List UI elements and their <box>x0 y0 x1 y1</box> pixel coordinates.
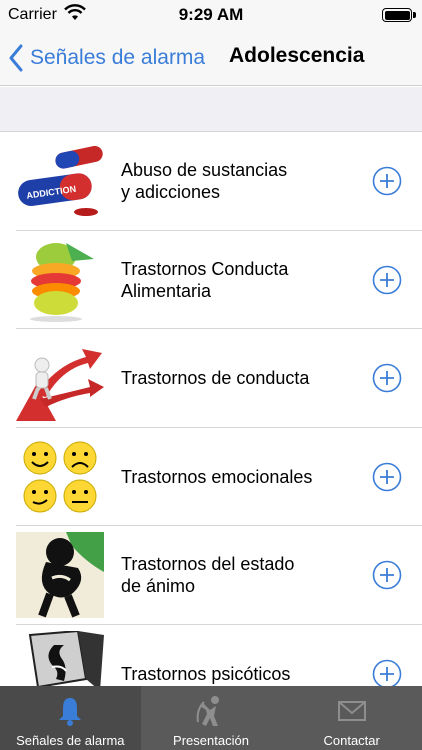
list-item-label: Trastornos de conducta <box>121 368 310 388</box>
envelope-icon <box>337 701 366 721</box>
list-item[interactable]: Trastornos emocionales <box>0 428 422 527</box>
list-item[interactable]: Trastornos del estado de ánimo <box>0 526 422 625</box>
add-circle-icon[interactable] <box>372 462 402 492</box>
list-item-label: Trastornos Conducta Alimentaria <box>121 258 289 301</box>
battery-icon <box>382 8 416 22</box>
tab-label: Contactar <box>323 733 380 748</box>
pills-icon: ADDICTION <box>16 138 104 224</box>
list-item[interactable]: Trastornos Conducta Alimentaria <box>0 231 422 330</box>
tab-bar: Señales de alarma Presentación Contactar <box>0 686 422 750</box>
back-button-label: Señales de alarma <box>30 46 206 69</box>
chevron-left-icon <box>9 44 23 72</box>
list-item[interactable]: Trastornos de conducta <box>0 329 422 428</box>
bell-icon <box>59 698 82 726</box>
tab-contactar[interactable]: Contactar <box>281 686 422 750</box>
fruit-stack-icon <box>16 236 104 323</box>
person-icon <box>196 696 219 726</box>
tab-label: Señales de alarma <box>16 733 125 748</box>
status-bar: Carrier 9:29 AM <box>0 0 422 30</box>
add-circle-icon[interactable] <box>372 265 402 295</box>
add-circle-icon[interactable] <box>372 659 402 689</box>
emoji-faces-icon <box>16 433 104 520</box>
crossroads-arrows-icon <box>16 335 104 421</box>
tab-label: Presentación <box>173 733 249 748</box>
add-circle-icon[interactable] <box>372 363 402 393</box>
page-title: Adolescencia <box>229 44 365 67</box>
section-spacer <box>0 87 422 132</box>
status-time: 9:29 AM <box>178 5 244 24</box>
list-item-label: Abuso de sustancias y adicciones <box>121 160 288 202</box>
back-button[interactable]: Señales de alarma <box>8 38 205 78</box>
add-circle-icon[interactable] <box>372 560 402 590</box>
list-item-label: Trastornos del estado de ánimo <box>121 554 295 596</box>
sad-figure-icon <box>16 532 104 618</box>
list-item[interactable]: ADDICTION Abuso de sustancias y adiccion… <box>0 132 422 231</box>
list-item-label: Trastornos emocionales <box>121 466 313 487</box>
navigation-bar: Señales de alarma Adolescencia <box>0 30 422 86</box>
tab-senales-de-alarma[interactable]: Señales de alarma <box>0 686 141 750</box>
category-list: ADDICTION Abuso de sustancias y adiccion… <box>0 132 422 723</box>
add-circle-icon[interactable] <box>372 166 402 196</box>
tab-presentacion[interactable]: Presentación <box>141 686 282 750</box>
